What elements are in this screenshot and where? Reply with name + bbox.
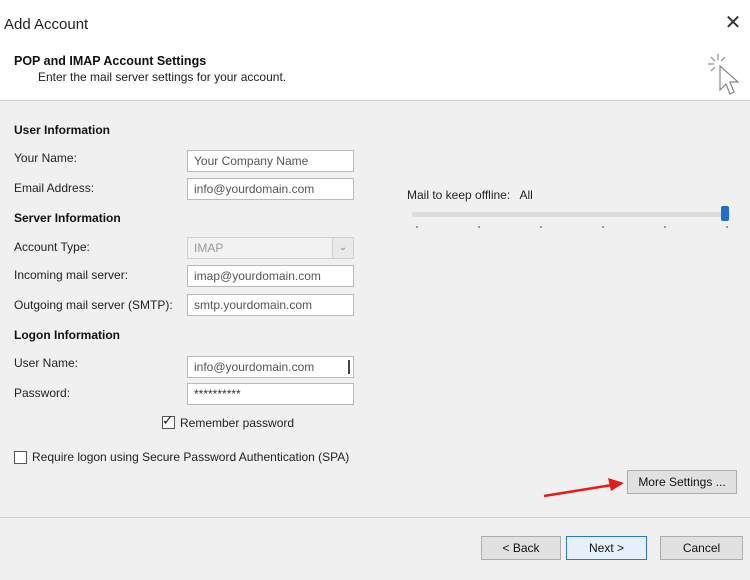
slider-tick [602,226,604,228]
account-type-select: IMAP ⌄ [187,237,354,259]
user-information-heading: User Information [14,123,111,137]
incoming-server-input[interactable]: imap@yourdomain.com [187,265,354,287]
more-settings-button[interactable]: More Settings ... [627,470,737,494]
next-button[interactable]: Next > [566,536,647,560]
outgoing-server-label: Outgoing mail server (SMTP): [14,298,173,312]
remember-password-label[interactable]: Remember password [180,416,294,430]
red-arrow-icon [543,478,624,498]
dialog-header: POP and IMAP Account Settings Enter the … [0,50,750,101]
server-information-heading: Server Information [14,211,121,225]
title-bar: Add Account ✕ [0,0,750,50]
mail-offline-value: All [519,188,533,202]
mail-offline-text: Mail to keep offline: [407,188,511,202]
mail-offline-label: Mail to keep offline: All [407,188,533,202]
email-address-label: Email Address: [14,181,95,195]
slider-tick [478,226,480,228]
email-address-input[interactable]: info@yourdomain.com [187,178,354,200]
password-input[interactable]: ********** [187,383,354,405]
checkmark-icon: ✓ [162,412,174,428]
user-name-value: info@yourdomain.com [194,360,315,374]
slider-tick [540,226,542,228]
mail-offline-slider-thumb[interactable] [721,206,729,221]
mail-offline-slider-track[interactable] [412,212,730,217]
close-icon[interactable]: ✕ [722,12,744,34]
add-account-dialog: Add Account ✕ POP and IMAP Account Setti… [0,0,750,580]
cancel-button[interactable]: Cancel [660,536,743,560]
back-button[interactable]: < Back [481,536,561,560]
slider-tick [664,226,666,228]
incoming-server-label: Incoming mail server: [14,268,129,282]
text-caret [348,360,350,374]
chevron-down-icon: ⌄ [332,238,353,258]
slider-tick [726,226,728,228]
spa-checkbox[interactable] [14,451,27,464]
slider-tick [416,226,418,228]
header-subtitle: Enter the mail server settings for your … [38,70,287,84]
your-name-input[interactable]: Your Company Name [187,150,354,172]
spa-label[interactable]: Require logon using Secure Password Auth… [32,450,349,464]
remember-password-checkbox[interactable]: ✓ [162,412,175,429]
outgoing-server-input[interactable]: smtp.yourdomain.com [187,294,354,316]
user-name-input[interactable]: info@yourdomain.com [187,356,354,378]
logon-information-heading: Logon Information [14,328,120,342]
your-name-label: Your Name: [14,151,77,165]
password-label: Password: [14,386,71,400]
account-type-label: Account Type: [14,240,90,254]
window-title: Add Account [4,16,89,33]
cursor-icon [708,54,740,95]
user-name-label: User Name: [14,356,79,370]
footer-divider [0,517,750,518]
header-title: POP and IMAP Account Settings [14,54,207,68]
account-type-value: IMAP [194,241,224,255]
